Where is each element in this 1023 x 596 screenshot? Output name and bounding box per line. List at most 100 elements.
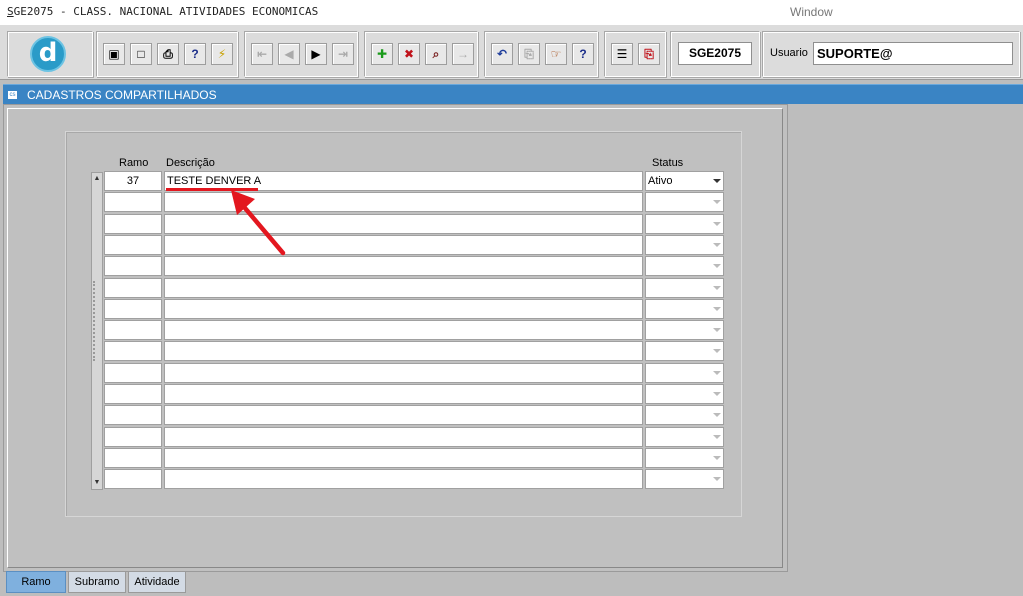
ramo-cell[interactable]	[104, 278, 162, 298]
ramo-cell[interactable]: 37	[104, 171, 162, 191]
status-select[interactable]	[645, 256, 724, 276]
descricao-cell[interactable]	[164, 278, 643, 298]
chevron-down-icon[interactable]	[713, 200, 721, 204]
search-icon: ⌕	[432, 47, 440, 61]
table-row	[0, 235, 1023, 255]
descricao-cell[interactable]	[164, 384, 643, 404]
save-button[interactable]: ▣	[103, 43, 125, 65]
ramo-cell[interactable]	[104, 448, 162, 468]
chevron-down-icon[interactable]	[713, 435, 721, 439]
status-select[interactable]	[645, 235, 724, 255]
print-preview-button[interactable]: □	[130, 43, 152, 65]
delete-record-button[interactable]: ✖	[398, 43, 420, 65]
table-row	[0, 320, 1023, 340]
descricao-cell[interactable]	[164, 448, 643, 468]
table-row	[0, 469, 1023, 489]
status-select[interactable]	[645, 192, 724, 212]
table-row	[0, 427, 1023, 447]
table-row	[0, 278, 1023, 298]
next-record-button[interactable]: ▶	[305, 43, 327, 65]
chevron-down-icon[interactable]	[713, 392, 721, 396]
chevron-down-icon[interactable]	[713, 477, 721, 481]
copy-button[interactable]: ⎘	[518, 43, 540, 65]
ramo-cell[interactable]	[104, 427, 162, 447]
tab-atividade[interactable]: Atividade	[128, 571, 186, 593]
lightning-icon: ⚡	[217, 47, 227, 61]
descricao-cell[interactable]	[164, 341, 643, 361]
first-icon: ⇤	[256, 47, 268, 61]
ramo-cell[interactable]	[104, 384, 162, 404]
descricao-cell[interactable]	[164, 469, 643, 489]
ramo-cell[interactable]	[104, 405, 162, 425]
status-select[interactable]: Ativo	[645, 171, 724, 191]
previous-record-button[interactable]: ◀	[278, 43, 300, 65]
ramo-cell[interactable]	[104, 299, 162, 319]
status-select[interactable]	[645, 469, 724, 489]
descricao-cell[interactable]	[164, 299, 643, 319]
last-icon: ⇥	[337, 47, 349, 61]
descricao-cell[interactable]	[164, 427, 643, 447]
undo-button[interactable]: ↶	[491, 43, 513, 65]
ramo-cell[interactable]	[104, 341, 162, 361]
ramo-cell[interactable]	[104, 363, 162, 383]
chevron-down-icon[interactable]	[713, 307, 721, 311]
chevron-down-icon[interactable]	[713, 222, 721, 226]
status-select[interactable]	[645, 299, 724, 319]
tab-ramo[interactable]: Ramo	[6, 571, 66, 593]
exit-button[interactable]: ⎘	[638, 43, 660, 65]
status-select[interactable]	[645, 363, 724, 383]
ramo-cell[interactable]	[104, 235, 162, 255]
print-button[interactable]: ⎙	[157, 43, 179, 65]
chevron-down-icon[interactable]	[713, 286, 721, 290]
window-title-text: CADASTROS COMPARTILHADOS	[27, 88, 217, 102]
window-title: SGE2075 - CLASS. NACIONAL ATIVIDADES ECO…	[7, 5, 319, 18]
field-help-button[interactable]: ?	[184, 43, 206, 65]
table-row: 37 TESTE DENVER A Ativo	[0, 171, 1023, 191]
chevron-down-icon[interactable]	[713, 371, 721, 375]
clipboard-icon: ⎘	[524, 47, 534, 61]
status-select[interactable]	[645, 448, 724, 468]
window-header: cs CADASTROS COMPARTILHADOS	[3, 84, 1023, 104]
status-select[interactable]	[645, 278, 724, 298]
status-select[interactable]	[645, 320, 724, 340]
query-button[interactable]: ⌕	[425, 43, 447, 65]
magic-button[interactable]: ⚡	[211, 43, 233, 65]
chevron-down-icon[interactable]	[713, 179, 721, 183]
chevron-down-icon[interactable]	[713, 456, 721, 460]
window-icon[interactable]: cs	[8, 91, 17, 99]
ramo-cell[interactable]	[104, 192, 162, 212]
clear-button[interactable]: →	[452, 43, 474, 65]
first-record-button[interactable]: ⇤	[251, 43, 273, 65]
chevron-down-icon[interactable]	[713, 243, 721, 247]
ramo-cell[interactable]	[104, 469, 162, 489]
chevron-down-icon[interactable]	[713, 413, 721, 417]
next-icon: ▶	[311, 47, 321, 61]
status-select[interactable]	[645, 405, 724, 425]
status-select[interactable]	[645, 214, 724, 234]
last-record-button[interactable]: ⇥	[332, 43, 354, 65]
user-field[interactable]: SUPORTE@	[813, 42, 1013, 65]
table-row	[0, 448, 1023, 468]
menu-button[interactable]: ☰	[611, 43, 633, 65]
descricao-cell[interactable]	[164, 363, 643, 383]
status-select[interactable]	[645, 427, 724, 447]
status-select[interactable]	[645, 341, 724, 361]
status-select[interactable]	[645, 384, 724, 404]
hand-button[interactable]: ☞	[545, 43, 567, 65]
chevron-down-icon[interactable]	[713, 264, 721, 268]
descricao-cell[interactable]	[164, 320, 643, 340]
table-row	[0, 405, 1023, 425]
ramo-cell[interactable]	[104, 214, 162, 234]
menu-window[interactable]: Window	[790, 5, 833, 19]
chevron-down-icon[interactable]	[713, 349, 721, 353]
descricao-cell[interactable]	[164, 405, 643, 425]
menu-icon: ☰	[616, 47, 628, 61]
app-logo: d	[30, 36, 66, 72]
ramo-cell[interactable]	[104, 320, 162, 340]
chevron-down-icon[interactable]	[713, 328, 721, 332]
help-button[interactable]: ?	[572, 43, 594, 65]
ramo-cell[interactable]	[104, 256, 162, 276]
form-code-display: SGE2075	[678, 42, 752, 65]
insert-record-button[interactable]: ✚	[371, 43, 393, 65]
tab-subramo[interactable]: Subramo	[68, 571, 126, 593]
